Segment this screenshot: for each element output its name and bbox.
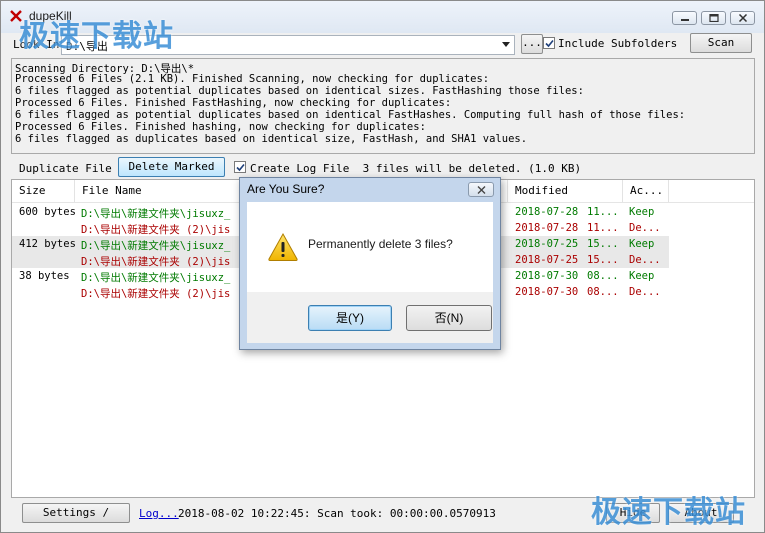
action-cell: De... [629,222,661,234]
checkmark-icon [236,163,245,172]
log-line: Processed 6 Files. Finished FastHashing,… [15,97,452,109]
main-window: dupeKill Look In: D:\导出 ... Include Subf… [0,0,765,533]
file-name-cell: D:\导出\新建文件夹\jisuxz_ [81,240,231,252]
size-cell: 600 bytes [19,206,76,218]
file-name-cell: D:\导出\新建文件夹 (2)\jis [81,288,231,300]
log-line: 6 files flagged as potential duplicates … [15,85,584,97]
size-cell: 38 bytes [19,270,70,282]
close-icon [738,14,747,22]
time-cell: 15... [587,254,619,266]
settings-button[interactable]: Settings / [22,503,130,523]
dialog-body: Permanently delete 3 files? [247,202,493,292]
log-line: 6 files flagged as duplicates based on i… [15,133,528,145]
dialog-title: Are You Sure? [247,182,325,196]
modified-cell: 2018-07-25 [515,238,579,250]
modified-cell: 2018-07-28 [515,222,579,234]
log-line: Processed 6 Files (2.1 KB). Finished Sca… [15,73,490,85]
yes-button[interactable]: 是(Y) [308,305,392,331]
delete-summary: 3 files will be deleted. (1.0 KB) [362,162,582,175]
column-header-size[interactable]: Size [12,180,75,202]
action-cell: Keep [629,238,655,250]
dialog-footer: 是(Y) 否(N) [247,292,493,343]
action-cell: De... [629,254,661,266]
file-name-cell: D:\导出\新建文件夹 (2)\jis [81,256,231,268]
modified-cell: 2018-07-30 [515,270,579,282]
warning-icon [268,232,298,261]
include-subfolders-checkbox[interactable] [543,37,555,49]
action-cell: Keep [629,206,655,218]
confirm-dialog: Are You Sure? Permanently delete 3 files… [239,177,501,350]
delete-marked-button[interactable]: Delete Marked [118,157,225,177]
action-cell: De... [629,286,661,298]
file-name-cell: D:\导出\新建文件夹\jisuxz_ [81,208,231,220]
scan-button[interactable]: Scan [690,33,752,53]
maximize-button[interactable] [701,11,726,25]
duplicate-file-list-label: Duplicate File L [19,162,125,175]
status-text: 2018-08-02 10:22:45: Scan took: 00:00:00… [178,507,496,520]
minimize-button[interactable] [672,11,697,25]
watermark-top: 极速下载站 [19,19,174,54]
maximize-icon [708,14,719,22]
log-link[interactable]: Log... [139,507,179,520]
watermark-bottom: 极速下载站 [591,495,746,530]
log-line: Processed 6 Files. Finished hashing, now… [15,121,426,133]
chevron-down-icon [502,42,510,47]
modified-cell: 2018-07-30 [515,286,579,298]
action-cell: Keep [629,270,655,282]
close-icon [477,186,486,194]
create-log-label: Create Log File 3 files will be deleted.… [250,162,582,175]
size-cell: 412 bytes [19,238,76,250]
file-name-cell: D:\导出\新建文件夹\jisuxz_ [81,272,231,284]
create-log-checkbox[interactable] [234,161,246,173]
include-subfolders-label: Include Subfolders [558,37,678,50]
time-cell: 11... [587,206,619,218]
time-cell: 08... [587,270,619,282]
column-header-action[interactable]: Ac... [623,180,669,202]
log-line: 6 files flagged as potential duplicates … [15,109,686,121]
close-button[interactable] [730,11,755,25]
dialog-message: Permanently delete 3 files? [308,237,453,251]
minimize-icon [680,19,689,21]
log-output[interactable]: Scanning Directory: D:\导出\* Processed 6 … [11,58,755,154]
modified-cell: 2018-07-25 [515,254,579,266]
column-header-modified[interactable]: Modified [508,180,623,202]
dialog-close-button[interactable] [468,182,494,197]
time-cell: 11... [587,222,619,234]
no-button[interactable]: 否(N) [406,305,492,331]
time-cell: 08... [587,286,619,298]
modified-cell: 2018-07-28 [515,206,579,218]
time-cell: 15... [587,238,619,250]
browse-button[interactable]: ... [521,34,543,54]
checkmark-icon [545,39,554,48]
file-name-cell: D:\导出\新建文件夹 (2)\jis [81,224,231,236]
